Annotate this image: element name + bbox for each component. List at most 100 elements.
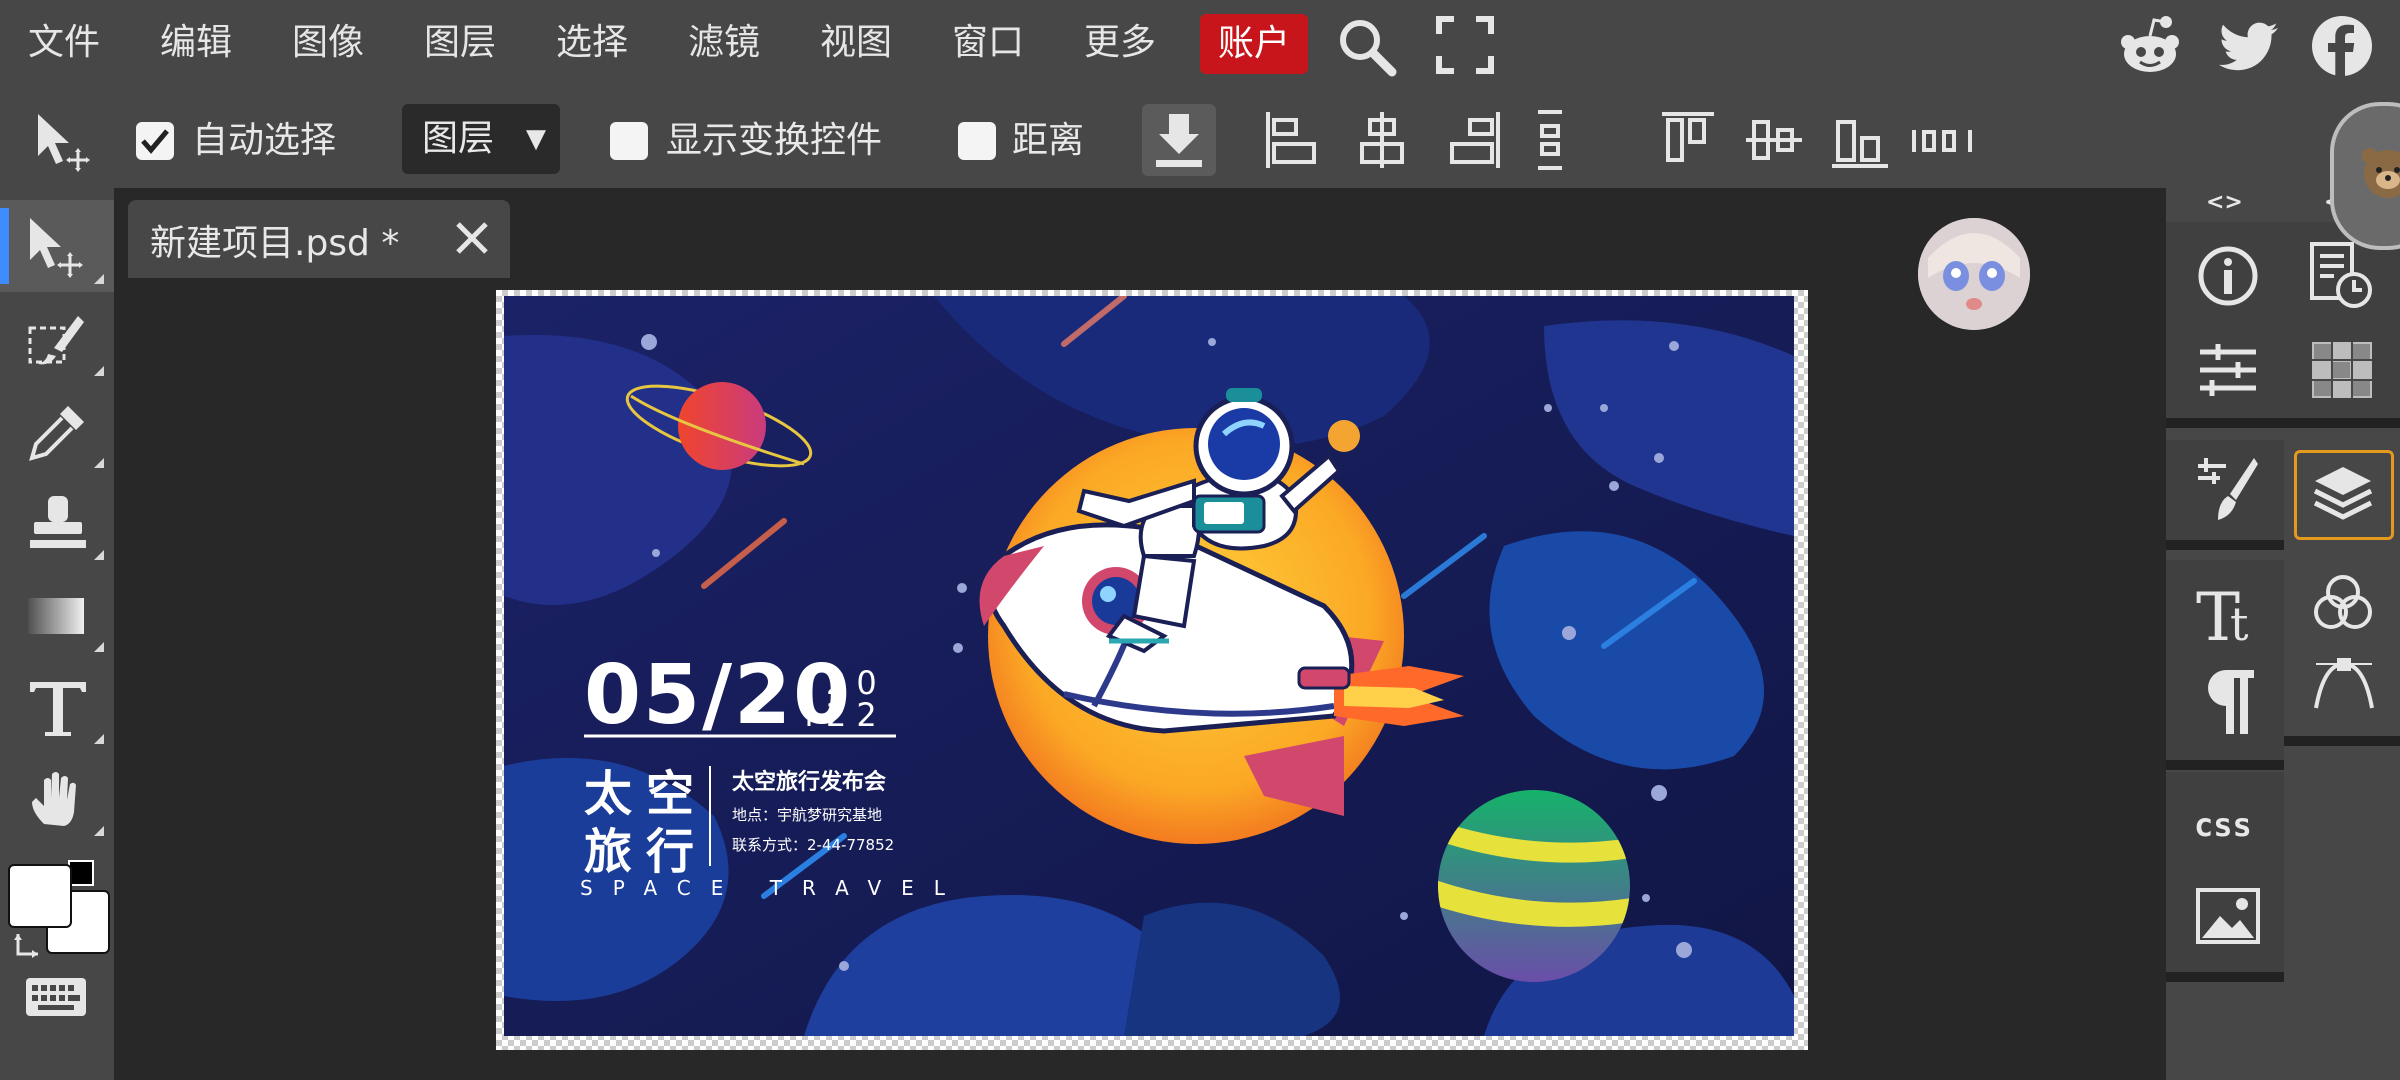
- gradient-icon: [28, 598, 84, 634]
- auto-select-target-dropdown[interactable]: 图层 ▼: [402, 104, 560, 174]
- show-transform-checkbox[interactable]: [610, 122, 648, 160]
- tool-submenu-indicator: [94, 826, 104, 836]
- channels-icon[interactable]: [2312, 572, 2374, 638]
- avatar[interactable]: [1918, 218, 2030, 330]
- panel-separator: [2284, 418, 2400, 428]
- move-tool[interactable]: [0, 200, 114, 292]
- show-transform-label: 显示变换控件: [666, 120, 883, 161]
- align-right-icon[interactable]: [1446, 110, 1502, 174]
- hand-tool[interactable]: [0, 752, 114, 844]
- quick-select-tool[interactable]: [0, 292, 114, 384]
- panel-separator: [2166, 760, 2284, 770]
- align-bottom-icon[interactable]: [1830, 110, 1890, 174]
- menu-select[interactable]: 选择: [556, 18, 628, 68]
- download-button[interactable]: [1142, 104, 1216, 176]
- menu-bar: 文件 编辑 图像 图层 选择 滤镜 视图 窗口 更多 账户: [0, 0, 2400, 92]
- menu-image[interactable]: 图像: [292, 18, 364, 68]
- auto-select-checkbox[interactable]: [136, 122, 174, 160]
- image-icon[interactable]: [2196, 888, 2260, 948]
- stamp-tool[interactable]: [0, 476, 114, 568]
- layers-icon: [2313, 467, 2373, 520]
- poster-contact: 联系方式：2-44-77852: [732, 836, 895, 854]
- distribute-horizontal-icon[interactable]: [1912, 110, 1974, 174]
- active-tool-indicator: [0, 208, 9, 284]
- align-top-icon[interactable]: [1660, 110, 1716, 174]
- align-middle-v-icon[interactable]: [1744, 110, 1804, 174]
- fullscreen-icon[interactable]: [1436, 16, 1494, 78]
- history-icon[interactable]: [2310, 242, 2374, 314]
- menu-filter[interactable]: 滤镜: [688, 18, 760, 68]
- poster-event: 太空旅行发布会: [732, 770, 887, 795]
- tool-submenu-indicator: [94, 734, 104, 744]
- poster-location: 地点：宇航梦研究基地: [732, 806, 883, 824]
- foreground-color-swatch[interactable]: [8, 864, 72, 928]
- move-tool-indicator-icon: [32, 110, 96, 178]
- menu-edit[interactable]: 编辑: [160, 18, 232, 68]
- tool-submenu-indicator: [94, 274, 104, 284]
- artwork-image: 05/20 20 22 太空 旅行 太空旅行发布会 地点：宇航梦研究基地 联系方…: [504, 296, 1794, 1036]
- color-swatches: [8, 858, 112, 968]
- dropdown-value: 图层: [422, 118, 495, 159]
- info-icon[interactable]: [2196, 244, 2260, 312]
- tool-submenu-indicator: [94, 550, 104, 560]
- search-icon[interactable]: [1334, 14, 1400, 84]
- poster-year-bottom: 22: [826, 696, 887, 734]
- text-tool[interactable]: [0, 660, 114, 752]
- align-left-icon[interactable]: [1264, 110, 1320, 174]
- workspace: 新建项目.psd * 05/20 20 22 太空 旅行 太空旅行发布会 地点：…: [114, 188, 2166, 1080]
- tool-submenu-indicator: [94, 642, 104, 652]
- account-button[interactable]: 账户: [1200, 14, 1308, 74]
- paths-icon[interactable]: [2312, 657, 2376, 716]
- paragraph-icon[interactable]: [2200, 666, 2256, 740]
- bear-mascot-icon: [2362, 148, 2400, 198]
- panel-separator: [2166, 418, 2284, 428]
- distance-label: 距离: [1012, 120, 1085, 161]
- close-icon[interactable]: [448, 214, 496, 262]
- brush-settings-icon[interactable]: [2196, 454, 2260, 528]
- brush-select-icon: [28, 316, 84, 365]
- distance-checkbox[interactable]: [958, 122, 996, 160]
- document-tab-title: 新建项目.psd *: [150, 223, 400, 264]
- menu-more[interactable]: 更多: [1084, 18, 1156, 68]
- chevron-down-icon: ▼: [526, 124, 546, 154]
- facebook-icon[interactable]: [2310, 14, 2374, 82]
- align-center-h-icon[interactable]: [1354, 110, 1410, 174]
- floating-assistant-button[interactable]: [2330, 102, 2400, 250]
- menu-file[interactable]: 文件: [28, 18, 100, 68]
- right-panel-dock: <> <> Tt css: [2166, 188, 2400, 1080]
- svg-text:t: t: [2230, 597, 2249, 648]
- collapse-panel-arrows[interactable]: <>: [2206, 190, 2243, 215]
- layers-panel-button[interactable]: [2294, 450, 2394, 540]
- tool-submenu-indicator: [94, 458, 104, 468]
- panel-separator: [2166, 540, 2284, 550]
- tool-submenu-indicator: [94, 366, 104, 376]
- menu-view[interactable]: 视图: [820, 18, 892, 68]
- canvas[interactable]: 05/20 20 22 太空 旅行 太空旅行发布会 地点：宇航梦研究基地 联系方…: [496, 290, 1808, 1050]
- options-bar: 自动选择 图层 ▼ 显示变换控件 距离: [0, 92, 2400, 188]
- move-icon: [30, 218, 83, 278]
- stamp-icon: [30, 496, 86, 548]
- character-icon[interactable]: Tt: [2196, 574, 2260, 656]
- tool-bar: [0, 188, 114, 1080]
- poster-english-title: SPACE TRAVEL: [580, 876, 965, 900]
- hand-icon: [32, 772, 76, 826]
- panel-separator: [2284, 736, 2400, 746]
- eyedropper-tool[interactable]: [0, 384, 114, 476]
- gradient-tool[interactable]: [0, 568, 114, 660]
- twitter-icon[interactable]: [2218, 14, 2282, 82]
- poster-title-line2: 旅行: [584, 824, 709, 880]
- keyboard-icon[interactable]: [26, 978, 86, 1022]
- poster-date: 05/20: [584, 648, 853, 743]
- document-tab[interactable]: 新建项目.psd *: [128, 200, 510, 278]
- swap-colors-icon[interactable]: [12, 932, 46, 966]
- menu-window[interactable]: 窗口: [952, 18, 1024, 68]
- distribute-vertical-icon[interactable]: [1532, 110, 1572, 174]
- auto-select-label: 自动选择: [192, 120, 337, 161]
- css-panel-label[interactable]: css: [2194, 806, 2252, 844]
- text-icon: [30, 682, 86, 736]
- reddit-icon[interactable]: [2118, 14, 2182, 82]
- menu-layer[interactable]: 图层: [424, 18, 496, 68]
- eyedropper-icon: [29, 406, 84, 461]
- adjustments-icon[interactable]: [2196, 338, 2260, 406]
- swatches-grid-icon[interactable]: [2310, 340, 2374, 404]
